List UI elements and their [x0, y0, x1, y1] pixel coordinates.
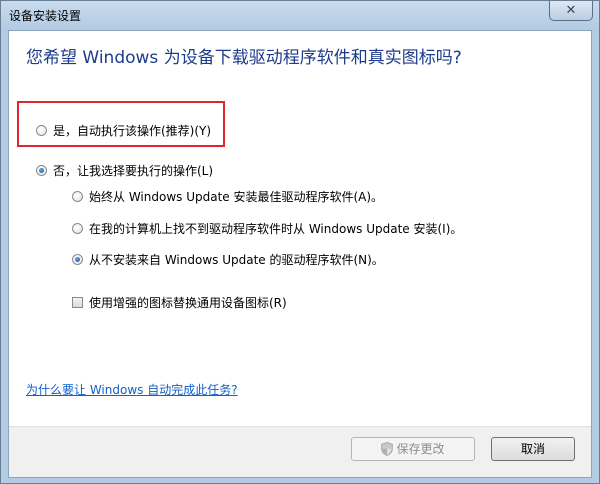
- enhanced-icons-checkbox[interactable]: [72, 297, 83, 308]
- radio-auto[interactable]: [36, 125, 47, 136]
- cancel-label: 取消: [520, 442, 545, 456]
- save-changes-label: 保存更改: [396, 442, 445, 456]
- radio-fallback[interactable]: [72, 223, 83, 234]
- radio-manual-label[interactable]: 否，让我选择要执行的操作(L): [53, 163, 213, 179]
- enhanced-icons-label[interactable]: 使用增强的图标替换通用设备图标(R): [89, 295, 287, 311]
- dialog-window: 设备安装设置 ✕ 您希望 Windows 为设备下载驱动程序软件和真实图标吗? …: [0, 0, 600, 484]
- title-bar[interactable]: 设备安装设置 ✕: [1, 1, 599, 29]
- close-button[interactable]: ✕: [549, 1, 593, 21]
- close-icon: ✕: [565, 3, 577, 18]
- dialog-content: 您希望 Windows 为设备下载驱动程序软件和真实图标吗? 是，自动执行该操作…: [8, 30, 592, 478]
- radio-never-label[interactable]: 从不安装来自 Windows Update 的驱动程序软件(N)。: [89, 252, 384, 268]
- radio-always[interactable]: [72, 191, 83, 202]
- dialog-heading: 您希望 Windows 为设备下载驱动程序软件和真实图标吗?: [26, 48, 462, 68]
- radio-fallback-label[interactable]: 在我的计算机上找不到驱动程序软件时从 Windows Update 安装(I)。: [89, 221, 462, 237]
- radio-auto-label[interactable]: 是，自动执行该操作(推荐)(Y): [53, 123, 211, 139]
- radio-manual[interactable]: [36, 165, 47, 176]
- uac-shield-icon: [381, 441, 394, 456]
- cancel-button[interactable]: 取消: [491, 437, 575, 461]
- dialog-footer: 保存更改 取消: [9, 427, 591, 477]
- why-auto-help-link[interactable]: 为什么要让 Windows 自动完成此任务?: [26, 381, 238, 398]
- save-changes-button[interactable]: 保存更改: [351, 437, 475, 461]
- radio-always-label[interactable]: 始终从 Windows Update 安装最佳驱动程序软件(A)。: [89, 189, 383, 205]
- radio-never[interactable]: [72, 254, 83, 265]
- window-title: 设备安装设置: [9, 9, 82, 23]
